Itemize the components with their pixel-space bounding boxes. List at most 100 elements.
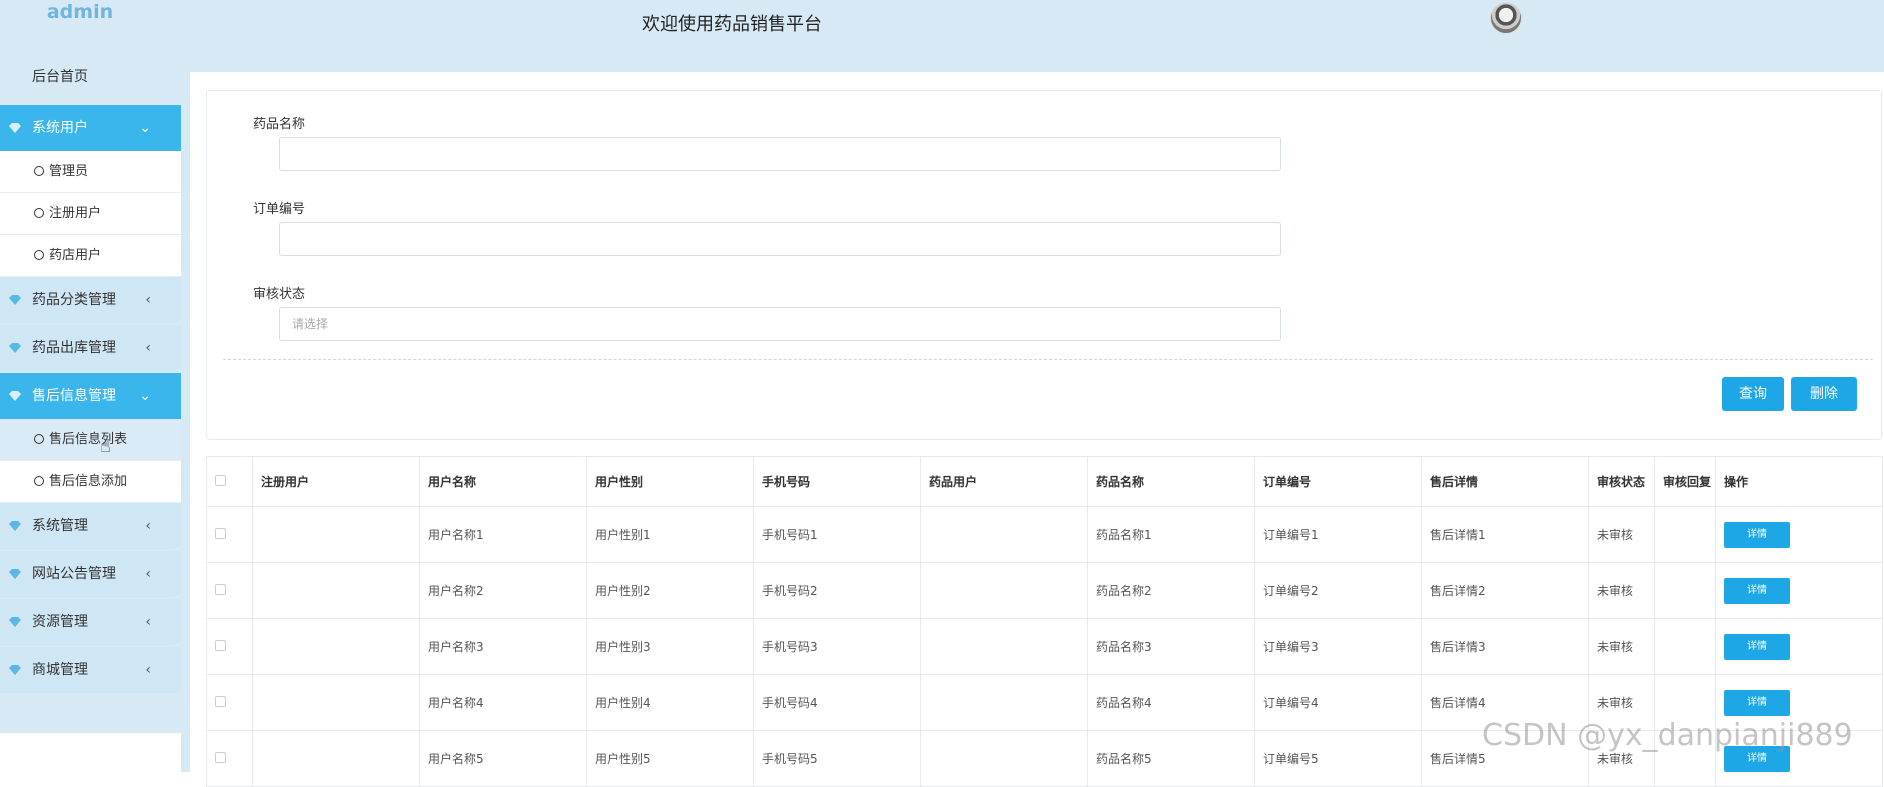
detail-button[interactable]: 详情 <box>1724 689 1790 716</box>
column-header: 审核状态 <box>1588 456 1655 507</box>
detail-button[interactable]: 详情 <box>1724 633 1790 660</box>
circle-check-icon <box>34 250 44 260</box>
sidebar-group-site-notices[interactable]: 网站公告管理 ‹ <box>0 551 181 597</box>
table-cell <box>252 730 420 787</box>
column-header: 手机号码 <box>753 456 921 507</box>
sidebar-group-system-management[interactable]: 系统管理 ‹ <box>0 503 181 549</box>
row-checkbox[interactable] <box>215 583 226 595</box>
sidebar-group-label: 售后信息管理 <box>32 388 116 404</box>
diamond-icon <box>9 391 21 401</box>
table-cell: 用户名称1 <box>419 506 587 563</box>
sidebar-group-mall[interactable]: 商城管理 ‹ <box>0 647 181 693</box>
audit-status-select[interactable]: 请选择 <box>279 307 1281 341</box>
drug-name-input[interactable] <box>279 137 1281 171</box>
table-cell: 药品名称4 <box>1087 674 1255 731</box>
table-cell: 订单编号3 <box>1254 618 1422 675</box>
table-cell <box>920 674 1088 731</box>
table-cell: 用户性别4 <box>586 674 754 731</box>
table-cell: 订单编号4 <box>1254 674 1422 731</box>
chevron-left-icon: ‹ <box>145 518 151 534</box>
diamond-icon <box>9 665 21 675</box>
diamond-icon <box>9 569 21 579</box>
sidebar-group-label: 商城管理 <box>32 662 88 678</box>
table-row: 用户名称3 用户性别3 手机号码3 药品名称3 订单编号3 售后详情3 未审核 详情 <box>206 618 1883 675</box>
delete-button[interactable]: 删除 <box>1791 377 1857 411</box>
sidebar-group-label: 网站公告管理 <box>32 566 116 582</box>
table-cell <box>920 506 1088 563</box>
row-select-cell <box>206 562 253 619</box>
sidebar: 后台首页 系统用户 ⌄ 管理员 注册用户 药店用户 药品分类管理 ‹ 药品出库管… <box>0 40 181 773</box>
select-all-checkbox[interactable] <box>215 474 226 486</box>
sidebar-item-admin[interactable]: 管理员 <box>0 151 181 193</box>
row-checkbox[interactable] <box>215 695 226 707</box>
sidebar-group-drug-outbound[interactable]: 药品出库管理 ‹ <box>0 325 181 371</box>
table-cell: 售后详情3 <box>1421 618 1589 675</box>
row-select-cell <box>206 618 253 675</box>
table-cell: 售后详情2 <box>1421 562 1589 619</box>
select-all-cell <box>206 456 253 507</box>
table-header-row: 注册用户 用户名称 用户性别 手机号码 药品用户 药品名称 订单编号 售后详情 … <box>206 456 1883 507</box>
form-divider <box>223 359 1873 360</box>
table-cell: 手机号码2 <box>753 562 921 619</box>
order-no-input[interactable] <box>279 222 1281 256</box>
sidebar-item-pharmacy-users[interactable]: 药店用户 <box>0 235 181 277</box>
row-checkbox[interactable] <box>215 639 226 651</box>
chevron-left-icon: ‹ <box>145 292 151 308</box>
table-cell: 药品名称5 <box>1087 730 1255 787</box>
sidebar-group-after-sales[interactable]: 售后信息管理 ⌄ <box>0 373 181 419</box>
row-select-cell <box>206 730 253 787</box>
column-header: 审核回复 <box>1654 456 1716 507</box>
chevron-left-icon: ‹ <box>145 662 151 678</box>
row-checkbox[interactable] <box>215 527 226 539</box>
table-cell: 用户名称4 <box>419 674 587 731</box>
circle-check-icon <box>34 208 44 218</box>
detail-button[interactable]: 详情 <box>1724 521 1790 548</box>
order-no-label: 订单编号 <box>253 202 306 217</box>
query-button[interactable]: 查询 <box>1722 377 1784 411</box>
table-cell <box>252 674 420 731</box>
sidebar-item-after-sales-list[interactable]: 售后信息列表 <box>0 419 181 461</box>
brand-logo: admin <box>46 1 114 23</box>
sidebar-group-resources[interactable]: 资源管理 ‹ <box>0 599 181 645</box>
table-cell <box>1654 562 1716 619</box>
table-cell: 手机号码1 <box>753 506 921 563</box>
table-cell: 未审核 <box>1588 562 1655 619</box>
sidebar-group-drug-category[interactable]: 药品分类管理 ‹ <box>0 277 181 323</box>
diamond-icon <box>9 343 21 353</box>
sidebar-group-system-users[interactable]: 系统用户 ⌄ <box>0 105 181 151</box>
sidebar-item-label: 售后信息列表 <box>49 432 128 447</box>
chevron-left-icon: ‹ <box>145 566 151 582</box>
column-header: 操作 <box>1715 456 1883 507</box>
table-cell <box>252 618 420 675</box>
sidebar-item-label: 药店用户 <box>49 248 102 263</box>
row-checkbox[interactable] <box>215 751 226 763</box>
table-row: 用户名称1 用户性别1 手机号码1 药品名称1 订单编号1 售后详情1 未审核 详情 <box>206 506 1883 563</box>
detail-button[interactable]: 详情 <box>1724 577 1790 604</box>
chevron-left-icon: ‹ <box>145 340 151 356</box>
table-cell: 用户性别3 <box>586 618 754 675</box>
table-cell: 未审核 <box>1588 618 1655 675</box>
diamond-icon <box>9 295 21 305</box>
user-avatar[interactable] <box>1490 2 1522 34</box>
column-header: 用户性别 <box>586 456 754 507</box>
sidebar-item-after-sales-add[interactable]: 售后信息添加 <box>0 461 181 503</box>
table-cell: 手机号码5 <box>753 730 921 787</box>
sidebar-group-label: 资源管理 <box>32 614 88 630</box>
table-cell: 订单编号1 <box>1254 506 1422 563</box>
diamond-icon <box>9 521 21 531</box>
audit-status-label: 审核状态 <box>253 287 306 302</box>
sidebar-footer-spacer <box>0 733 181 773</box>
table-cell: 药品名称1 <box>1087 506 1255 563</box>
search-form: 药品名称 订单编号 审核状态 请选择 查询 删除 <box>206 90 1882 440</box>
sidebar-group-label: 系统用户 <box>32 120 88 136</box>
table-cell: 订单编号2 <box>1254 562 1422 619</box>
table-cell <box>1654 618 1716 675</box>
sidebar-item-home[interactable]: 后台首页 <box>0 54 181 100</box>
table-cell: 未审核 <box>1588 506 1655 563</box>
table-cell: 手机号码3 <box>753 618 921 675</box>
column-header: 药品名称 <box>1087 456 1255 507</box>
row-select-cell <box>206 506 253 563</box>
sidebar-item-registered-users[interactable]: 注册用户 <box>0 193 181 235</box>
column-header: 药品用户 <box>920 456 1088 507</box>
sidebar-group-label: 系统管理 <box>32 518 88 534</box>
